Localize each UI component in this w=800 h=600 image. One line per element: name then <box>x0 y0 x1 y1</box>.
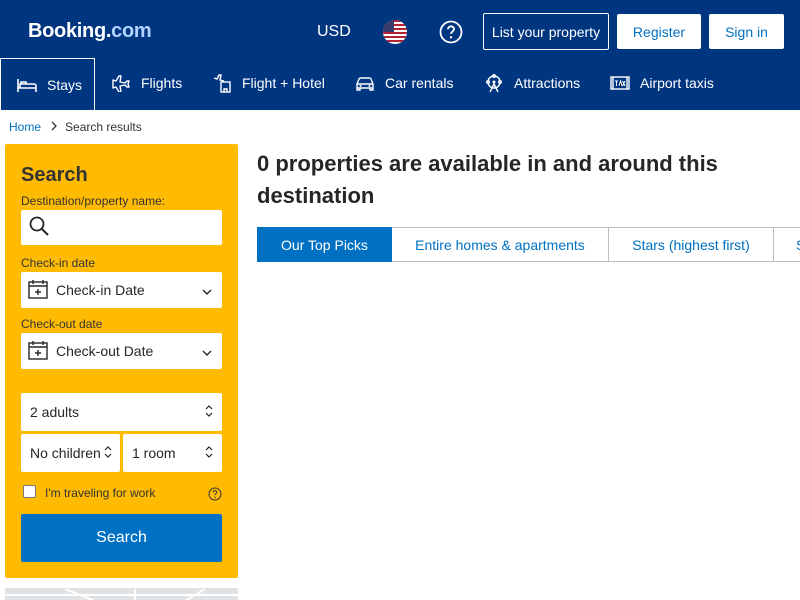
nav-item-airport-taxis[interactable]: Airport taxis <box>610 58 714 108</box>
children-value: No children <box>30 445 101 461</box>
destination-label: Destination/property name: <box>21 194 166 208</box>
tab-more[interactable]: S <box>774 227 800 262</box>
destination-input[interactable] <box>21 210 222 245</box>
bed-icon <box>17 78 37 92</box>
chevron-down-icon <box>202 282 212 298</box>
results-headline: 0 properties are available in and around… <box>257 151 718 208</box>
car-icon <box>356 77 374 91</box>
updown-arrows-icon <box>205 445 213 461</box>
us-flag-icon[interactable] <box>383 20 407 44</box>
checkout-date-field[interactable]: Check-out Date <box>21 333 222 369</box>
logo-com: com <box>111 20 152 42</box>
checkin-label: Check-in date <box>21 256 96 270</box>
plane-hotel-icon <box>213 74 231 93</box>
nav-item-label: Flights <box>141 75 183 91</box>
plane-icon <box>112 75 130 92</box>
nav-item-attractions[interactable]: Attractions <box>484 58 580 108</box>
rooms-select[interactable]: 1 room <box>123 434 222 472</box>
tab-top-picks[interactable]: Our Top Picks <box>257 227 392 262</box>
tab-stars-highest[interactable]: Stars (highest first) <box>609 227 774 262</box>
nav-item-car-rentals[interactable]: Car rentals <box>355 58 453 108</box>
updown-arrows-icon <box>205 404 213 420</box>
checkin-value: Check-in Date <box>56 282 145 298</box>
search-panel-title: Search <box>21 164 88 186</box>
breadcrumb-home-link[interactable]: Home <box>9 120 41 134</box>
chevron-down-icon <box>202 343 212 359</box>
nav-item-label: Attractions <box>514 75 581 91</box>
nav-item-flight-hotel[interactable]: Flight + Hotel <box>212 58 325 108</box>
checkout-label: Check-out date <box>21 317 103 331</box>
nav-item-label: Stays <box>47 76 83 93</box>
updown-arrows-icon <box>104 445 112 461</box>
main-nav: Stays Flights Flight + Hotel Car rentals <box>0 58 800 110</box>
work-travel-label[interactable]: I'm traveling for work <box>45 486 155 500</box>
question-circle-icon[interactable] <box>439 20 463 44</box>
taxi-icon <box>610 76 630 90</box>
top-header: Booking.com USD List your property Regis… <box>0 0 800 110</box>
calendar-icon <box>28 340 48 363</box>
work-travel-checkbox[interactable] <box>23 485 36 498</box>
nav-item-stays[interactable]: Stays <box>0 58 95 110</box>
sign-in-button[interactable]: Sign in <box>709 14 784 49</box>
nav-item-label: Car rentals <box>385 75 454 91</box>
register-button[interactable]: Register <box>617 14 701 49</box>
adults-value: 2 adults <box>30 404 80 420</box>
search-icon <box>29 216 49 239</box>
children-select[interactable]: No children <box>21 434 120 472</box>
checkin-date-field[interactable]: Check-in Date <box>21 272 222 308</box>
nav-item-label: Flight + Hotel <box>242 75 325 91</box>
nav-item-flights[interactable]: Flights <box>111 58 182 108</box>
tab-entire-homes[interactable]: Entire homes & apartments <box>392 227 609 262</box>
rooms-value: 1 room <box>132 445 176 461</box>
chevron-right-icon <box>51 120 57 134</box>
breadcrumb-current: Search results <box>65 120 142 134</box>
currency-selector[interactable]: USD <box>317 23 351 41</box>
checkout-value: Check-out Date <box>56 343 154 359</box>
breadcrumb: Home Search results <box>9 120 142 134</box>
booking-logo[interactable]: Booking.com <box>28 20 152 43</box>
nav-item-label: Airport taxis <box>640 75 714 91</box>
sort-tabs: Our Top Picks Entire homes & apartments … <box>257 227 800 262</box>
logo-text: Booking <box>28 20 106 42</box>
map-preview[interactable] <box>5 588 238 600</box>
list-property-button[interactable]: List your property <box>483 13 609 50</box>
calendar-icon <box>28 279 48 302</box>
attractions-icon <box>486 74 502 93</box>
search-button[interactable]: Search <box>21 514 222 562</box>
question-circle-icon[interactable] <box>208 487 222 506</box>
adults-select[interactable]: 2 adults <box>21 393 222 431</box>
search-panel: Search Destination/property name: Check-… <box>5 144 238 578</box>
